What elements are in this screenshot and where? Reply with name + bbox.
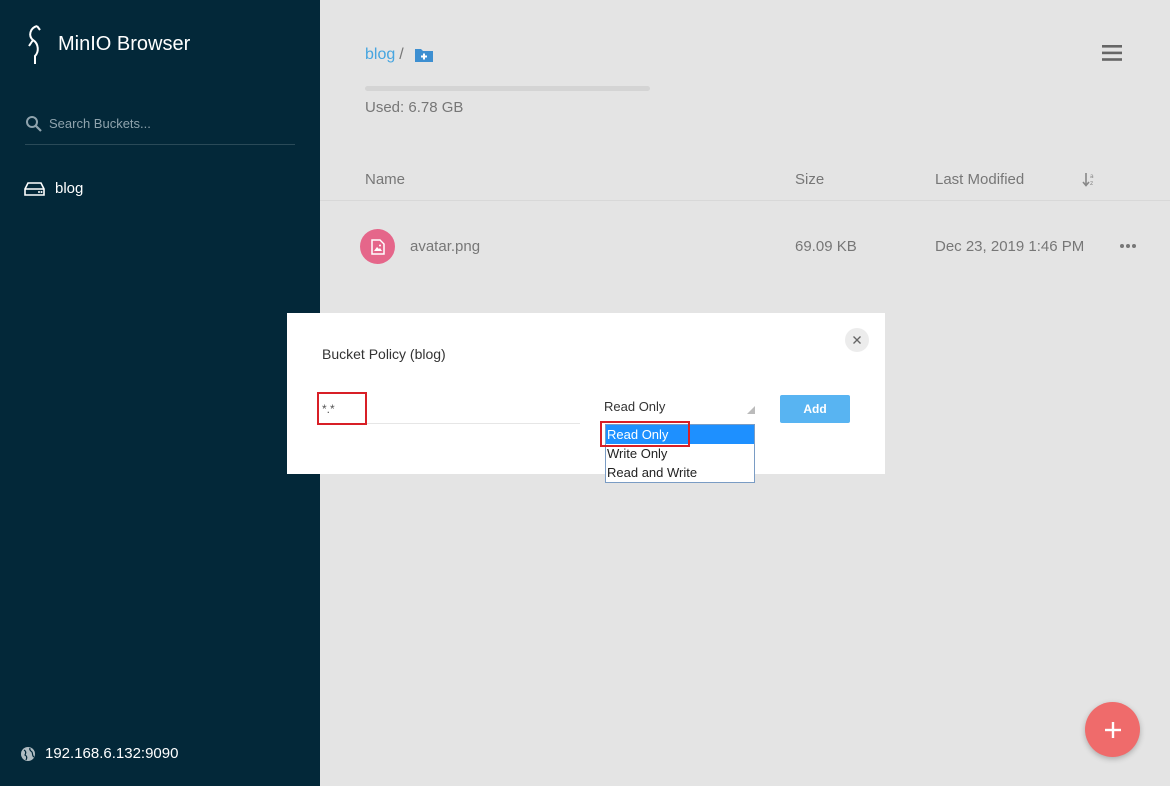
policy-option-read-only[interactable]: Read Only bbox=[606, 425, 754, 444]
breadcrumb: blog / bbox=[365, 46, 434, 64]
add-folder-icon[interactable] bbox=[414, 47, 434, 63]
bucket-drive-icon bbox=[24, 181, 45, 196]
globe-icon bbox=[21, 746, 35, 761]
sidebar-item-label: blog bbox=[55, 180, 84, 197]
search-input[interactable] bbox=[49, 112, 279, 131]
modal-title: Bucket Policy (blog) bbox=[322, 346, 446, 362]
add-fab-button[interactable] bbox=[1085, 702, 1140, 757]
image-file-icon bbox=[360, 229, 395, 264]
policy-dropdown-list: Read Only Write Only Read and Write bbox=[605, 424, 755, 483]
table-header: Name Size Last Modified a z bbox=[320, 160, 1170, 201]
policy-option-read-and-write[interactable]: Read and Write bbox=[606, 463, 754, 482]
svg-text:z: z bbox=[1090, 180, 1093, 187]
sidebar-item-blog[interactable]: blog bbox=[24, 180, 83, 197]
column-header-name[interactable]: Name bbox=[365, 171, 405, 188]
bucket-search bbox=[25, 112, 295, 145]
app-title: MinIO Browser bbox=[58, 32, 191, 55]
usage-text: Used: 6.78 GB bbox=[365, 99, 464, 116]
sidebar: MinIO Browser blog 192.168.6.132:9090 bbox=[0, 0, 320, 786]
search-icon bbox=[26, 116, 42, 132]
bucket-policy-modal: Bucket Policy (blog) Read Only Add bbox=[287, 313, 885, 474]
add-policy-button[interactable]: Add bbox=[780, 395, 850, 423]
more-icon[interactable] bbox=[1119, 243, 1137, 249]
policy-option-write-only[interactable]: Write Only bbox=[606, 444, 754, 463]
close-button[interactable] bbox=[845, 328, 869, 352]
close-icon bbox=[853, 336, 861, 344]
usage-bar bbox=[365, 86, 650, 91]
table-row[interactable]: avatar.png 69.09 KB Dec 23, 2019 1:46 PM bbox=[320, 226, 1170, 268]
breadcrumb-separator: / bbox=[399, 46, 404, 63]
host-address: 192.168.6.132:9090 bbox=[20, 745, 178, 762]
plus-icon bbox=[1104, 721, 1121, 738]
breadcrumb-bucket[interactable]: blog bbox=[365, 46, 395, 64]
host-label: 192.168.6.132:9090 bbox=[45, 745, 179, 762]
file-size: 69.09 KB bbox=[795, 238, 857, 255]
file-modified: Dec 23, 2019 1:46 PM bbox=[935, 238, 1085, 255]
column-header-last-modified[interactable]: Last Modified bbox=[935, 171, 1024, 188]
file-name[interactable]: avatar.png bbox=[410, 238, 480, 255]
hamburger-menu-icon[interactable] bbox=[1102, 44, 1122, 62]
prefix-input[interactable] bbox=[322, 394, 580, 424]
sort-icon[interactable]: a z bbox=[1082, 171, 1096, 187]
logo-icon bbox=[28, 25, 41, 64]
column-header-size[interactable]: Size bbox=[795, 171, 824, 188]
select-arrow-icon bbox=[747, 406, 755, 414]
policy-select[interactable]: Read Only bbox=[604, 399, 756, 421]
svg-text:a: a bbox=[1090, 173, 1094, 180]
logo: MinIO Browser bbox=[24, 24, 190, 64]
